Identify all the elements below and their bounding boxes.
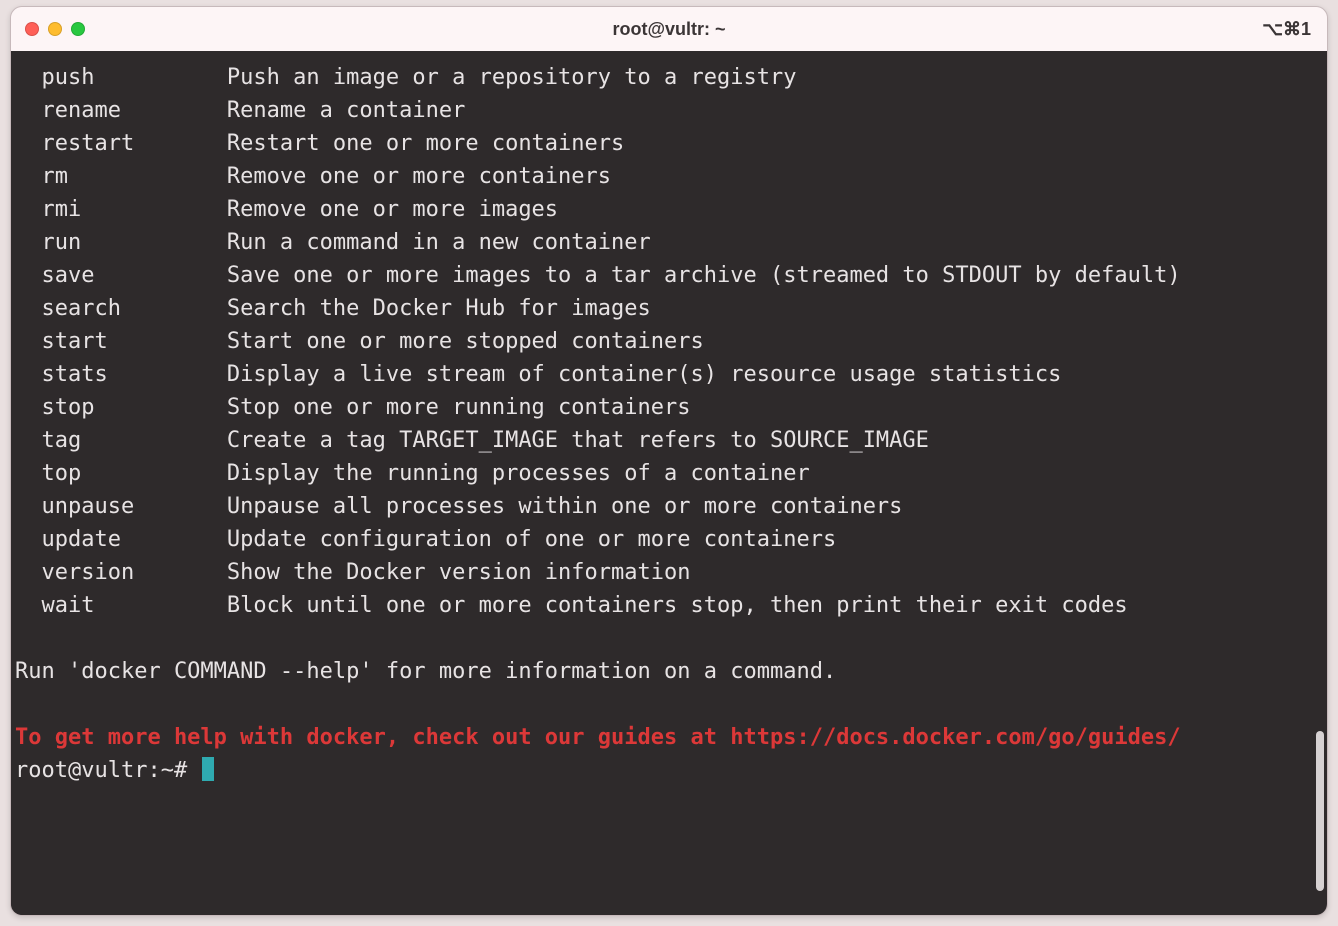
docker-cmd-desc: Restart one or more containers <box>227 131 624 156</box>
close-icon[interactable] <box>25 22 39 36</box>
terminal-output[interactable]: push Push an image or a repository to a … <box>11 51 1312 915</box>
docker-cmd-row: rmi <box>15 197 227 222</box>
titlebar: root@vultr: ~ ⌥⌘1 <box>11 7 1327 51</box>
docker-cmd-desc: Run a command in a new container <box>227 230 651 255</box>
docker-cmd-row: stats <box>15 362 227 387</box>
terminal-area: push Push an image or a repository to a … <box>11 51 1327 915</box>
docker-cmd-desc: Search the Docker Hub for images <box>227 296 651 321</box>
scrollbar[interactable] <box>1312 51 1327 915</box>
scrollbar-thumb[interactable] <box>1316 731 1324 891</box>
docker-cmd-desc: Show the Docker version information <box>227 560 691 585</box>
docker-guides-line: To get more help with docker, check out … <box>15 725 1181 750</box>
docker-cmd-desc: Update configuration of one or more cont… <box>227 527 836 552</box>
window-shortcut: ⌥⌘1 <box>1262 19 1311 40</box>
docker-cmd-row: push <box>15 65 227 90</box>
docker-cmd-row: rename <box>15 98 227 123</box>
docker-cmd-desc: Display a live stream of container(s) re… <box>227 362 1061 387</box>
docker-cmd-desc: Save one or more images to a tar archive… <box>227 263 1181 288</box>
terminal-window: root@vultr: ~ ⌥⌘1 push Push an image or … <box>10 6 1328 916</box>
docker-cmd-row: version <box>15 560 227 585</box>
docker-cmd-row: restart <box>15 131 227 156</box>
docker-help-line: Run 'docker COMMAND --help' for more inf… <box>15 659 836 684</box>
docker-cmd-row: rm <box>15 164 227 189</box>
docker-cmd-row: wait <box>15 593 227 618</box>
docker-cmd-desc: Create a tag TARGET_IMAGE that refers to… <box>227 428 929 453</box>
docker-cmd-row: save <box>15 263 227 288</box>
docker-cmd-desc: Stop one or more running containers <box>227 395 691 420</box>
zoom-icon[interactable] <box>71 22 85 36</box>
shell-prompt[interactable]: root@vultr:~# <box>15 758 214 783</box>
docker-cmd-row: run <box>15 230 227 255</box>
docker-cmd-row: search <box>15 296 227 321</box>
docker-cmd-desc: Start one or more stopped containers <box>227 329 704 354</box>
docker-cmd-desc: Remove one or more containers <box>227 164 611 189</box>
docker-cmd-row: stop <box>15 395 227 420</box>
minimize-icon[interactable] <box>48 22 62 36</box>
docker-cmd-desc: Unpause all processes within one or more… <box>227 494 903 519</box>
docker-cmd-desc: Push an image or a repository to a regis… <box>227 65 797 90</box>
docker-cmd-desc: Remove one or more images <box>227 197 558 222</box>
docker-cmd-row: tag <box>15 428 227 453</box>
docker-cmd-row: unpause <box>15 494 227 519</box>
docker-cmd-row: top <box>15 461 227 486</box>
window-title: root@vultr: ~ <box>11 19 1327 40</box>
docker-cmd-desc: Rename a container <box>227 98 465 123</box>
docker-cmd-desc: Block until one or more containers stop,… <box>227 593 1128 618</box>
docker-cmd-row: update <box>15 527 227 552</box>
docker-cmd-row: start <box>15 329 227 354</box>
traffic-lights <box>25 22 85 36</box>
cursor-icon <box>202 757 214 781</box>
docker-cmd-desc: Display the running processes of a conta… <box>227 461 810 486</box>
